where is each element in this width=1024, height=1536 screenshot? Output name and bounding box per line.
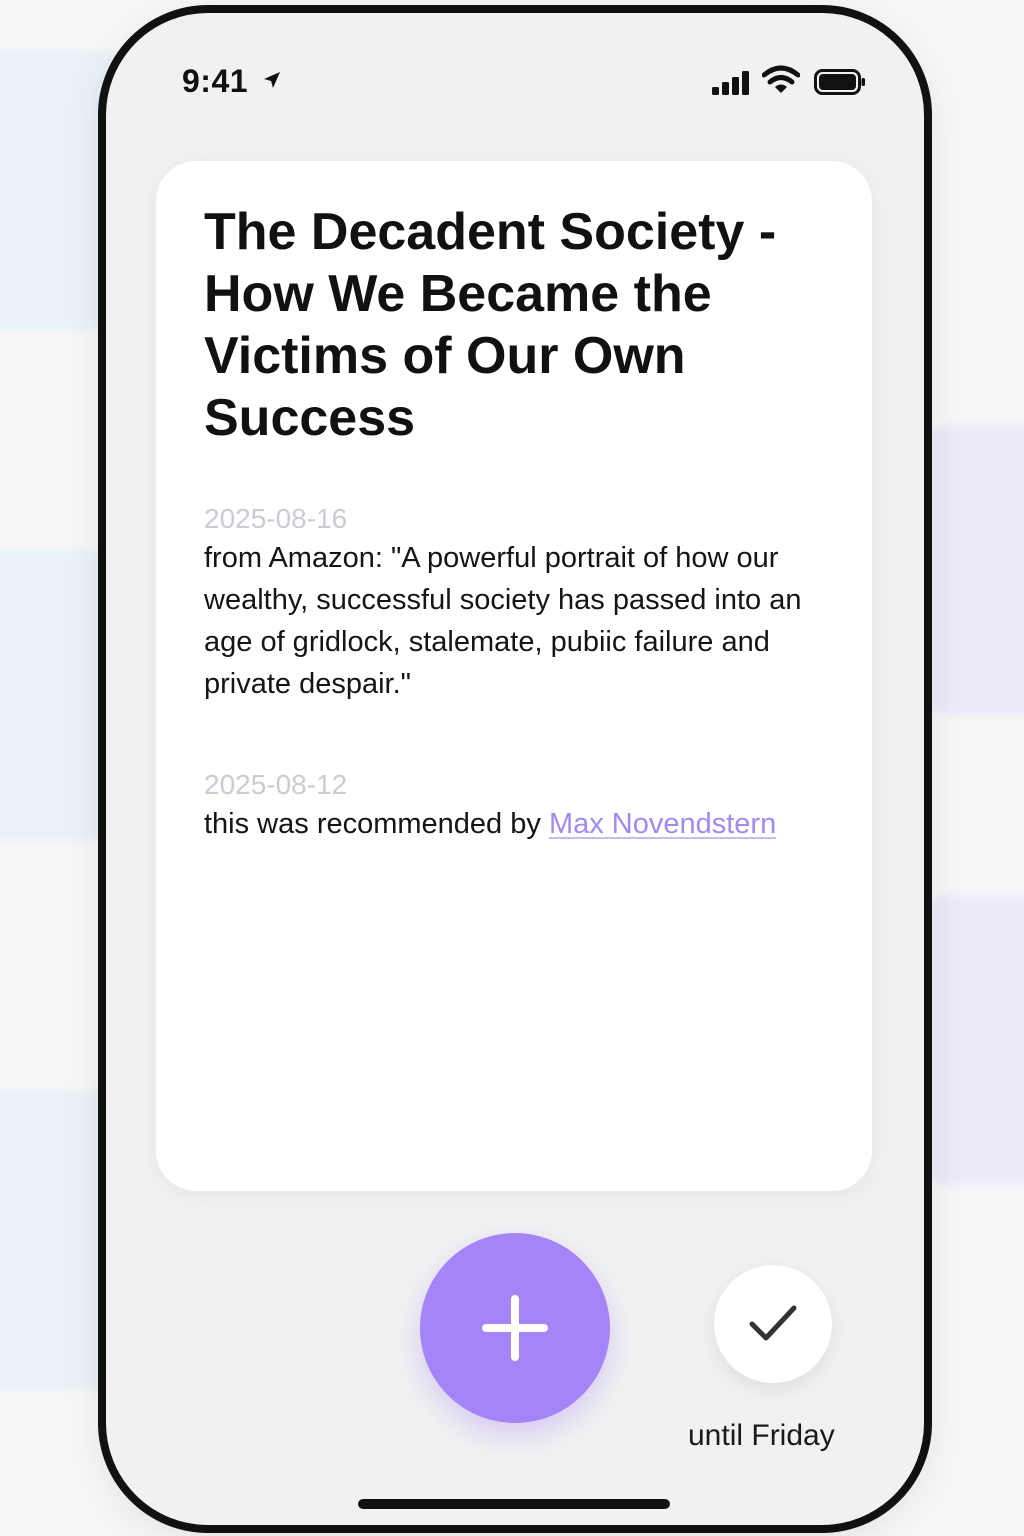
add-entry-button[interactable] [420,1233,610,1423]
phone-screen: 9:41 The Decadent Society - How We Becam… [98,5,932,1533]
entry-text: from Amazon: "A powerful portrait of how… [204,542,802,700]
cellular-signal-icon [712,71,749,95]
home-indicator[interactable] [358,1499,670,1509]
status-bar: 9:41 [106,13,924,143]
background-card [930,425,1024,715]
done-caption: until Friday [688,1419,835,1452]
note-title: The Decadent Society - How We Became the… [204,203,777,447]
plus-icon [482,1295,548,1361]
recommender-link[interactable]: Max Novendstern [549,808,776,840]
entry-text-prefix: this was recommended by [204,808,549,840]
entry-date: 2025-08-12 [204,769,348,800]
location-arrow-icon [264,72,280,88]
checkmark-icon [749,1305,797,1341]
entry-date: 2025-08-16 [204,503,348,534]
background-card [930,895,1024,1185]
note-card[interactable]: The Decadent Society - How We Became the… [156,161,872,1191]
entry-text: this was recommended by Max Novendstern [204,803,844,845]
battery-icon [814,69,865,95]
mark-done-button[interactable] [714,1265,832,1383]
wifi-icon [762,65,800,93]
status-time: 9:41 [182,63,249,99]
